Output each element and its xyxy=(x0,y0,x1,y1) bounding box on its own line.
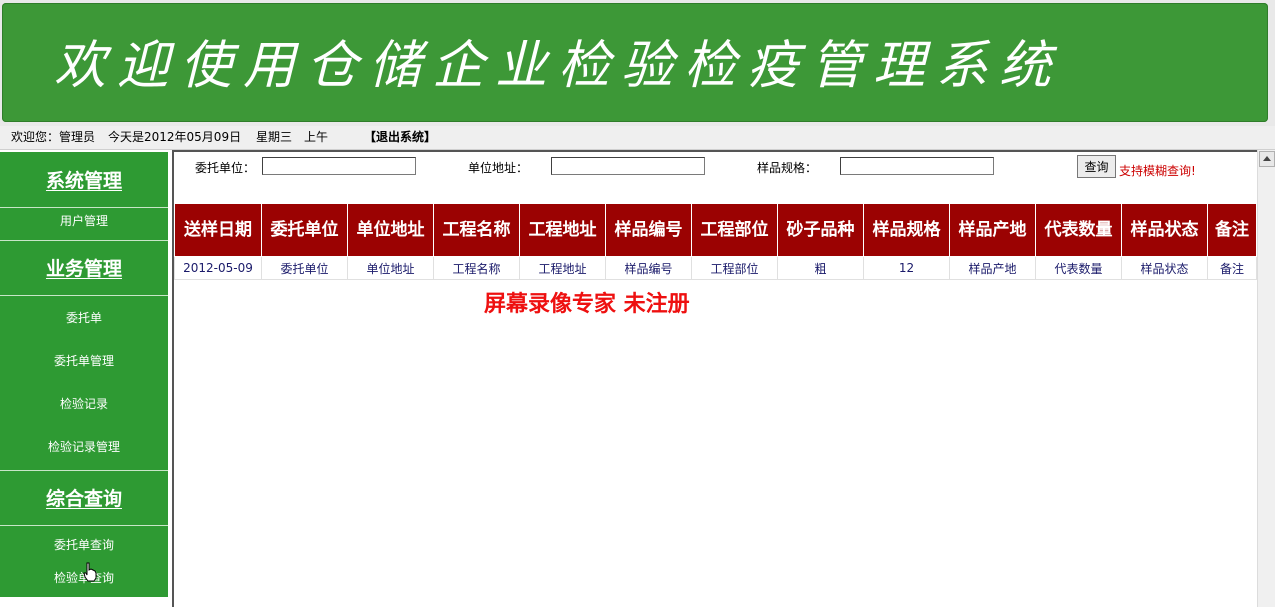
logout-link[interactable]: 【退出系统】 xyxy=(364,126,436,149)
table-cell: 12 xyxy=(863,256,950,280)
table-header-row: 送样日期 委托单位 单位地址 工程名称 工程地址 样品编号 工程部位 砂子品种 … xyxy=(174,203,1257,257)
table-row[interactable]: 2012-05-09 委托单位 单位地址 工程名称 工程地址 样品编号 工程部位… xyxy=(174,256,1257,280)
column-header: 样品编号 xyxy=(605,203,692,257)
table-cell: 工程部位 xyxy=(691,256,778,280)
period-text: 上午 xyxy=(304,130,329,144)
table-cell: 工程名称 xyxy=(433,256,520,280)
sidebar-item-inspection-manage[interactable]: 检验记录管理 xyxy=(0,438,168,455)
sidebar-divider xyxy=(0,525,168,526)
table-cell: 单位地址 xyxy=(347,256,434,280)
sidebar-section-business[interactable]: 业务管理 xyxy=(0,254,168,281)
column-header: 工程部位 xyxy=(691,203,778,257)
sidebar-divider xyxy=(0,207,168,208)
sidebar-gap xyxy=(0,597,168,607)
column-header: 备注 xyxy=(1207,203,1257,257)
status-bar: 欢迎您：管理员 今天是2012年05月09日 星期三 上午 【退出系统】 xyxy=(0,126,1275,150)
date-text: 今天是2012年05月09日 xyxy=(108,130,242,144)
column-header: 样品产地 xyxy=(949,203,1036,257)
table-cell: 粗 xyxy=(777,256,864,280)
banner-panel: 欢迎使用仓储企业检验检疫管理系统 xyxy=(2,3,1268,122)
column-header: 单位地址 xyxy=(347,203,434,257)
sidebar-divider xyxy=(0,295,168,296)
column-header: 送样日期 xyxy=(174,203,262,257)
system-title: 欢迎使用仓储企业检验检疫管理系统 xyxy=(54,36,1063,96)
client-label: 委托单位： xyxy=(195,161,256,175)
column-header: 委托单位 xyxy=(261,203,348,257)
table-cell: 工程地址 xyxy=(519,256,606,280)
table-cell: 代表数量 xyxy=(1035,256,1122,280)
sidebar-divider xyxy=(0,240,168,241)
column-header: 样品状态 xyxy=(1121,203,1208,257)
table-cell: 样品状态 xyxy=(1121,256,1208,280)
sidebar-section-system[interactable]: 系统管理 xyxy=(0,166,168,193)
address-input[interactable] xyxy=(551,157,705,175)
table-cell: 2012-05-09 xyxy=(174,256,262,280)
vertical-scrollbar[interactable] xyxy=(1257,150,1275,607)
search-button[interactable]: 查询 xyxy=(1077,155,1116,178)
sidebar-item-users[interactable]: 用户管理 xyxy=(0,212,168,229)
table-cell: 备注 xyxy=(1207,256,1257,280)
address-label: 单位地址： xyxy=(468,161,529,175)
weekday-text: 星期三 xyxy=(256,130,293,144)
watermark-text: 屏幕录像专家 未注册 xyxy=(484,291,690,317)
sidebar-divider xyxy=(0,470,168,471)
fuzzy-search-tip: 支持模糊查询! xyxy=(1119,164,1196,178)
spec-label: 样品规格： xyxy=(757,161,818,175)
column-header: 样品规格 xyxy=(863,203,950,257)
app-window: 欢迎使用仓储企业检验检疫管理系统 欢迎您：管理员 今天是2012年05月09日 … xyxy=(0,0,1275,607)
results-table: 送样日期 委托单位 单位地址 工程名称 工程地址 样品编号 工程部位 砂子品种 … xyxy=(174,203,1257,280)
hand-cursor-icon xyxy=(83,562,97,582)
column-header: 代表数量 xyxy=(1035,203,1122,257)
sidebar-item-inspection[interactable]: 检验记录 xyxy=(0,395,168,412)
scroll-up-arrow-icon[interactable] xyxy=(1259,151,1275,167)
table-cell: 委托单位 xyxy=(261,256,348,280)
table-cell: 样品编号 xyxy=(605,256,692,280)
spec-input[interactable] xyxy=(840,157,994,175)
sidebar-section-query[interactable]: 综合查询 xyxy=(0,484,168,511)
client-input[interactable] xyxy=(262,157,416,175)
welcome-text: 欢迎您：管理员 xyxy=(11,130,96,144)
column-header: 工程名称 xyxy=(433,203,520,257)
column-header: 工程地址 xyxy=(519,203,606,257)
sidebar-item-order-query[interactable]: 委托单查询 xyxy=(0,536,168,553)
sidebar-item-order[interactable]: 委托单 xyxy=(0,309,168,326)
sidebar-item-order-manage[interactable]: 委托单管理 xyxy=(0,352,168,369)
header-banner: 欢迎使用仓储企业检验检疫管理系统 xyxy=(0,0,1275,126)
column-header: 砂子品种 xyxy=(777,203,864,257)
table-cell: 样品产地 xyxy=(949,256,1036,280)
